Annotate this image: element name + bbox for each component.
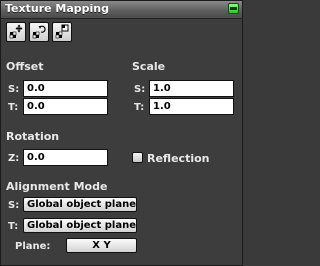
move-tool-button[interactable] [6, 22, 26, 42]
offset-t-label: T: [8, 102, 19, 113]
scale-s-input[interactable]: 1.0 [149, 80, 234, 97]
scale-s-label: S: [134, 84, 146, 95]
plane-label: Plane: [15, 241, 51, 252]
scale-tool-button[interactable] [52, 22, 72, 42]
scale-t-label: T: [134, 102, 145, 113]
alignment-s-label: S: [8, 200, 20, 211]
title-bar[interactable]: Texture Mapping [1, 1, 242, 19]
plane-select[interactable]: X Y [66, 238, 137, 253]
rotation-z-input[interactable]: 0.0 [23, 149, 108, 166]
alignment-t-select[interactable]: Global object plane [23, 218, 137, 233]
alignment-s-select[interactable]: Global object plane [23, 197, 137, 212]
collapse-icon[interactable] [228, 3, 239, 14]
alignment-heading: Alignment Mode [6, 180, 108, 193]
alignment-t-label: T: [8, 221, 19, 232]
rotation-heading: Rotation [6, 130, 60, 143]
rotation-z-label: Z: [8, 153, 20, 164]
offset-s-label: S: [8, 84, 20, 95]
scale-icon [55, 24, 69, 39]
offset-t-input[interactable]: 0.0 [23, 98, 108, 115]
rotate-icon [32, 25, 46, 39]
texture-mapping-panel: Texture Mapping Offset S: 0.0 T: 0.0 Sca… [0, 0, 243, 266]
move-icon [9, 24, 23, 39]
scale-heading: Scale [132, 60, 166, 73]
offset-heading: Offset [6, 60, 44, 73]
offset-s-input[interactable]: 0.0 [23, 80, 108, 97]
rotate-tool-button[interactable] [29, 22, 49, 42]
reflection-label: Reflection [147, 152, 210, 165]
window-title: Texture Mapping [5, 2, 109, 15]
reflection-checkbox[interactable] [132, 152, 143, 163]
scale-t-input[interactable]: 1.0 [149, 98, 234, 115]
